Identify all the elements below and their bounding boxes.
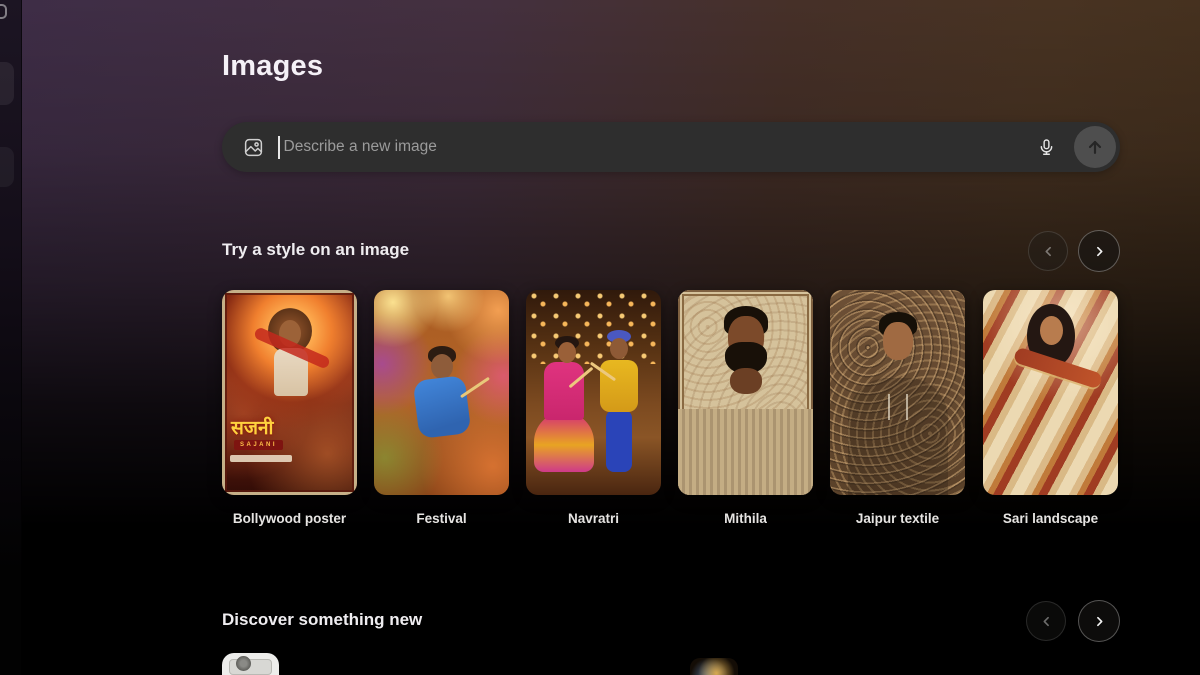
image-icon (243, 137, 264, 158)
style-card-mithila[interactable] (678, 290, 813, 495)
page-title: Images (222, 50, 323, 83)
card-label-bollywood-poster: Bollywood poster (222, 511, 357, 526)
navratri-art (526, 290, 661, 495)
style-card-bollywood-poster[interactable]: सजनी SAJANI (222, 290, 357, 495)
discover-section-title: Discover something new (222, 610, 422, 630)
mic-button[interactable] (1034, 135, 1058, 159)
style-card-navratri[interactable] (526, 290, 661, 495)
card-label-jaipur-textile: Jaipur textile (830, 511, 965, 526)
poster-title-text: सजनी (231, 414, 273, 440)
bollywood-poster-art: सजनी SAJANI (222, 290, 357, 495)
sidebar-rail (0, 0, 22, 675)
submit-button[interactable] (1074, 126, 1116, 168)
try-style-next-button[interactable] (1078, 230, 1120, 272)
festival-art (374, 290, 509, 495)
copilot-images-page: Images Try a style on (0, 0, 1200, 675)
try-style-section-title: Try a style on an image (222, 240, 409, 260)
style-card-jaipur-textile[interactable] (830, 290, 965, 495)
poster-subtitle-text: SAJANI (234, 440, 283, 450)
discover-card[interactable] (222, 653, 279, 675)
style-card-sari-landscape[interactable] (983, 290, 1118, 495)
card-label-mithila: Mithila (678, 511, 813, 526)
card-label-sari-landscape: Sari landscape (983, 511, 1118, 526)
app-logo-icon (0, 4, 7, 19)
card-label-festival: Festival (374, 511, 509, 526)
sidebar-button-second[interactable] (0, 147, 14, 187)
style-card-festival[interactable] (374, 290, 509, 495)
prompt-input[interactable] (280, 122, 1121, 172)
chevron-right-icon (1093, 245, 1106, 258)
chevron-left-icon (1042, 245, 1055, 258)
image-prompt-bar (222, 122, 1120, 172)
chevron-left-icon (1040, 615, 1053, 628)
discover-card[interactable] (690, 658, 738, 675)
sidebar-button-top[interactable] (0, 62, 14, 105)
discover-next-button[interactable] (1078, 600, 1120, 642)
discover-prev-button[interactable] (1026, 601, 1066, 641)
jaipur-textile-art (830, 290, 965, 495)
sari-landscape-art (983, 290, 1118, 495)
card-label-navratri: Navratri (526, 511, 661, 526)
mithila-art (678, 290, 813, 495)
arrow-up-icon (1085, 137, 1105, 157)
try-style-prev-button[interactable] (1028, 231, 1068, 271)
chevron-right-icon (1093, 615, 1106, 628)
